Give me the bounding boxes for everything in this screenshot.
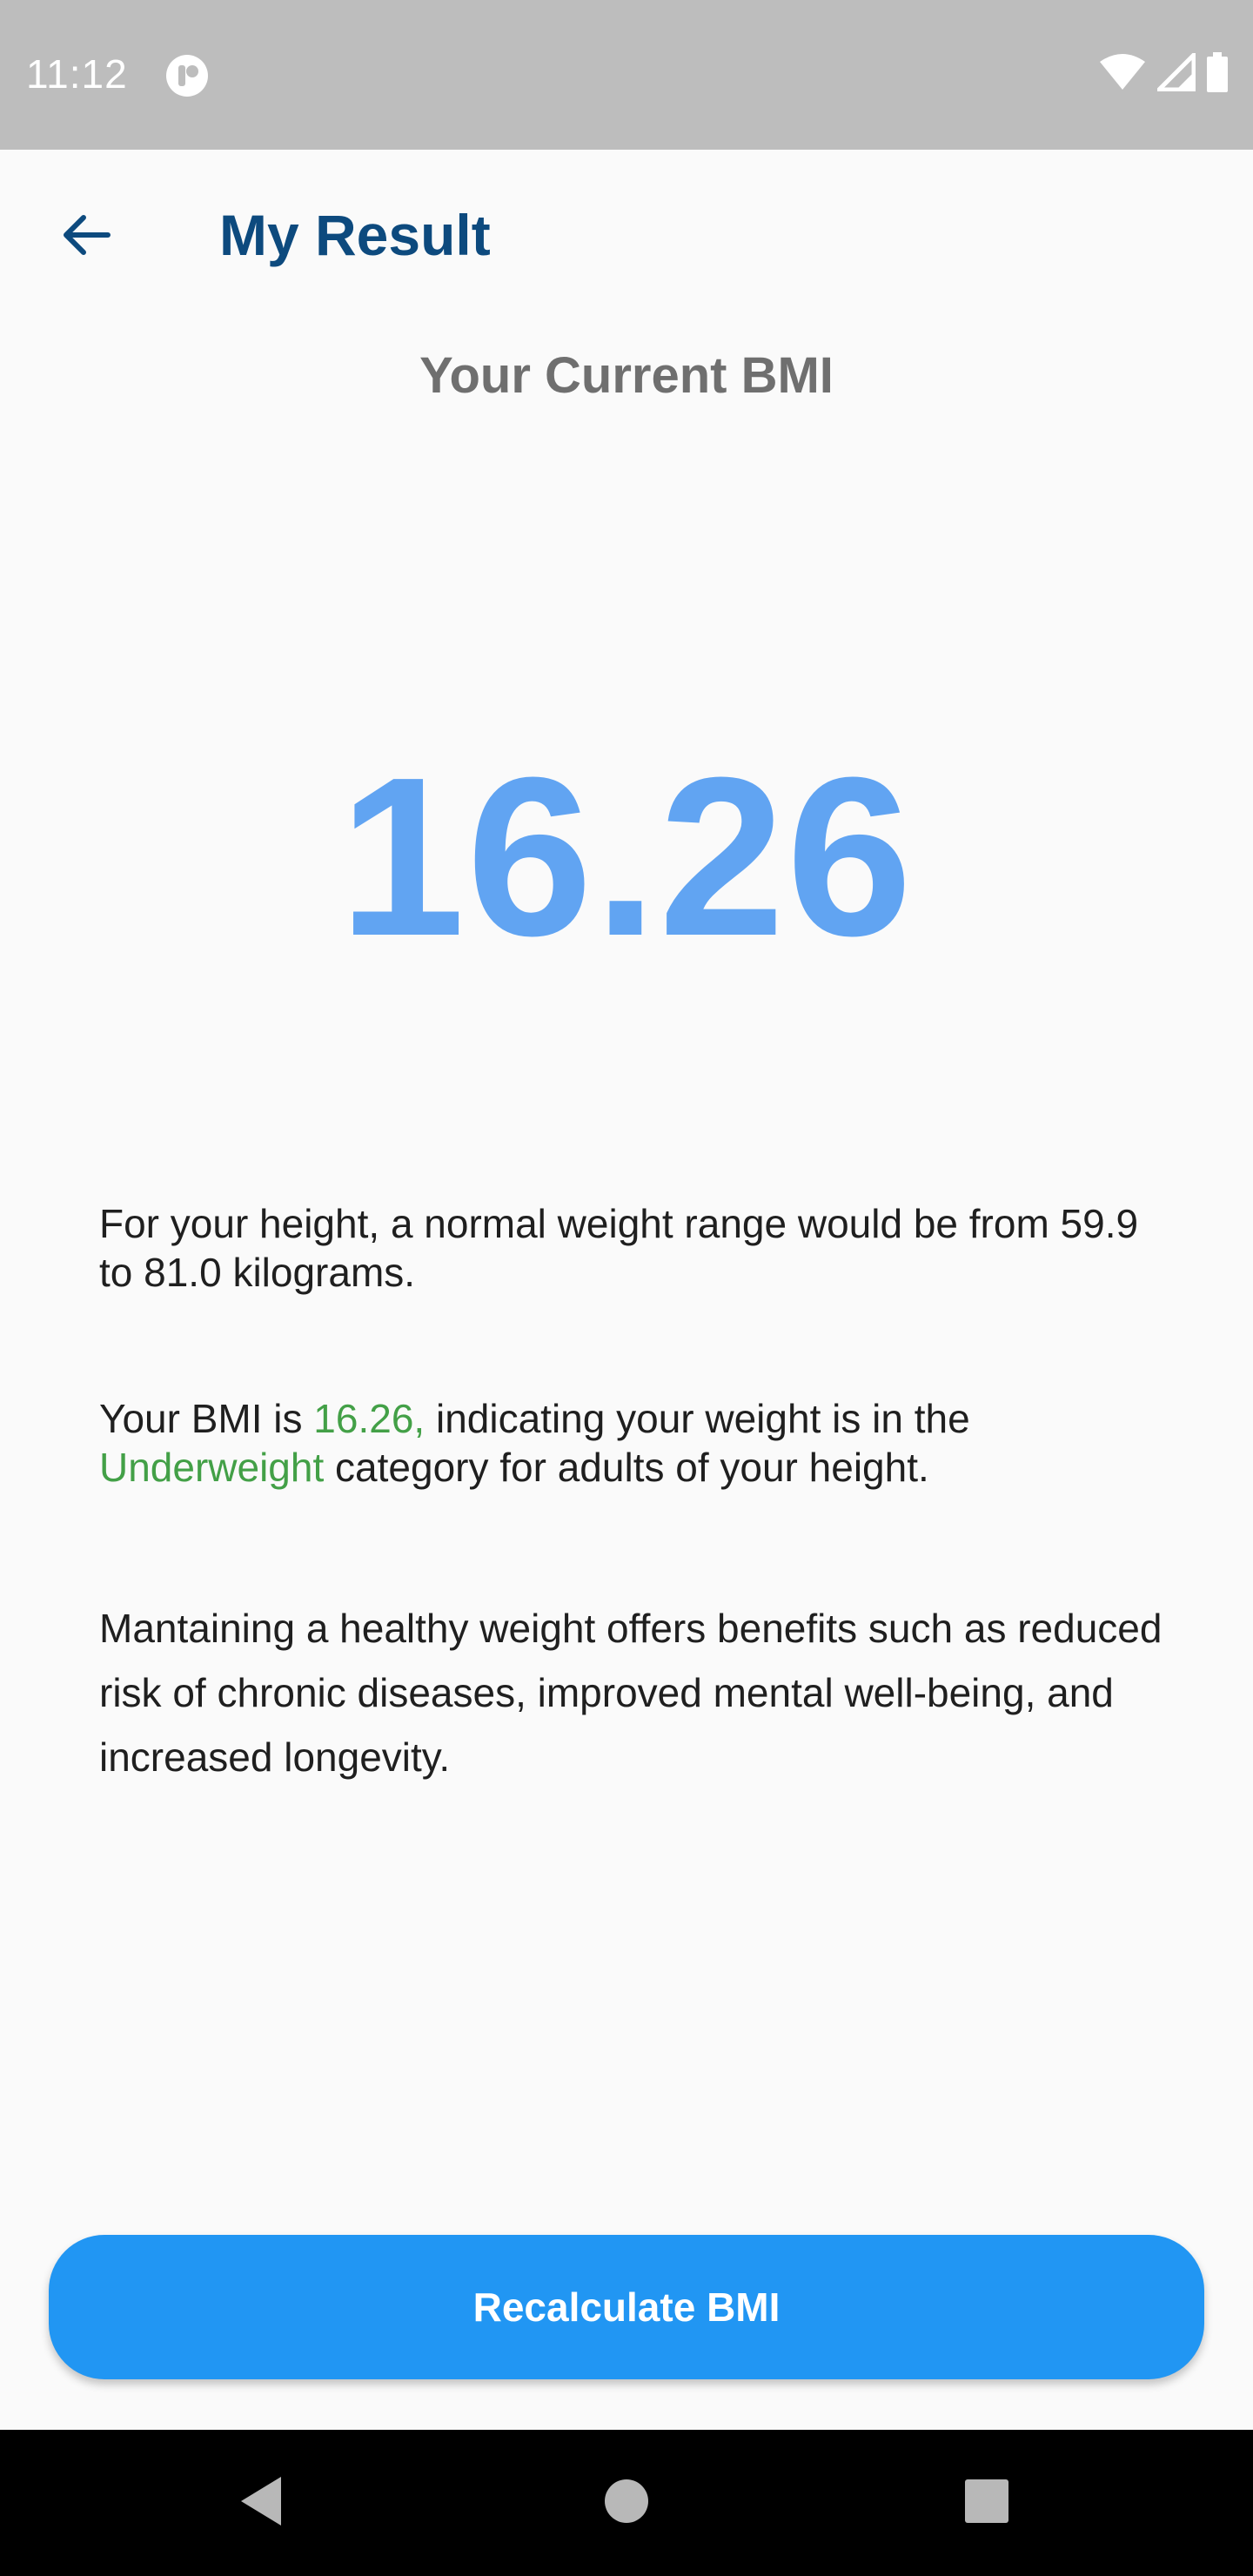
category-middle: indicating your weight is in the xyxy=(425,1396,970,1441)
app-bar: My Result xyxy=(0,150,1253,324)
category-name: Underweight xyxy=(99,1445,325,1490)
app-notification-icon xyxy=(165,54,209,97)
home-circle-icon xyxy=(604,2479,649,2528)
arrow-back-icon xyxy=(57,207,113,267)
bmi-heading: Your Current BMI xyxy=(419,347,834,404)
nav-home-button[interactable] xyxy=(583,2459,670,2546)
nav-back-button[interactable] xyxy=(218,2459,305,2546)
cellular-signal-icon xyxy=(1153,49,1196,96)
category-prefix: Your BMI is xyxy=(99,1396,314,1441)
status-time: 11:12 xyxy=(26,51,128,97)
status-bar: 11:12 xyxy=(0,0,1253,150)
category-bmi-value: 16.26, xyxy=(313,1396,425,1441)
recents-square-icon xyxy=(964,2479,1009,2528)
system-navigation-bar xyxy=(0,2430,1253,2576)
normal-weight-range-text: For your height, a normal weight range w… xyxy=(99,1201,1139,1295)
back-button[interactable] xyxy=(50,202,120,272)
recalculate-bmi-label: Recalculate BMI xyxy=(472,2284,781,2330)
recalculate-bmi-button[interactable]: Recalculate BMI xyxy=(49,2235,1204,2379)
benefits-text: Mantaining a healthy weight offers benef… xyxy=(99,1606,1163,1780)
back-triangle-icon xyxy=(238,2475,285,2532)
wifi-icon xyxy=(1098,53,1147,96)
page-title: My Result xyxy=(219,203,491,267)
category-suffix: category for adults of your height. xyxy=(324,1445,929,1490)
bmi-category-text: Your BMI is 16.26, indicating your weigh… xyxy=(99,1394,1169,1492)
battery-icon xyxy=(1206,51,1229,97)
status-indicators xyxy=(1098,49,1229,97)
bmi-value: 16.26 xyxy=(338,731,915,983)
nav-recents-button[interactable] xyxy=(943,2459,1030,2546)
